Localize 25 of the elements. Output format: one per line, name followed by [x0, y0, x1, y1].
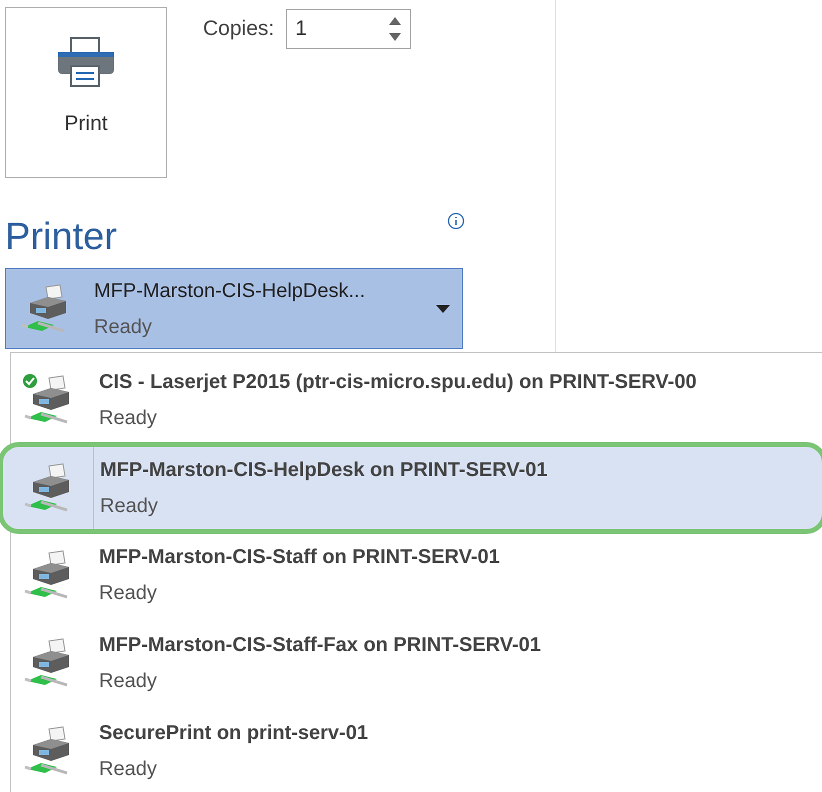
printer-heading: Printer	[5, 218, 117, 256]
printer-status: Ready	[99, 581, 158, 606]
printer-status: Ready	[99, 757, 158, 782]
printer-name: SecurePrint on print-serv-01	[99, 721, 368, 746]
printer-name: MFP-Marston-CIS-Staff on PRINT-SERV-01	[99, 545, 500, 570]
printer-status: Ready	[99, 406, 158, 431]
printer-status: Ready	[99, 669, 158, 694]
selected-printer-status: Ready	[94, 314, 153, 340]
info-icon[interactable]	[447, 212, 465, 230]
printer-status: Ready	[100, 494, 159, 519]
print-button[interactable]: Print	[5, 7, 167, 178]
printer-item[interactable]: SecurePrint on print-serv-01 Ready	[11, 710, 822, 792]
printer-item[interactable]: MFP-Marston-CIS-Staff on PRINT-SERV-01 Ready	[11, 534, 822, 616]
printer-dropdown[interactable]: MFP-Marston-CIS-HelpDesk... Ready	[5, 268, 463, 349]
caret-icon[interactable]	[436, 304, 450, 312]
printer-item[interactable]: MFP-Marston-CIS-Staff-Fax on PRINT-SERV-01 Ready	[11, 622, 822, 704]
copies-label: Copies:	[203, 16, 274, 42]
printer-item[interactable]: MFP-Marston-CIS-HelpDesk on PRINT-SERV-01 Ready	[3, 446, 822, 529]
printer-item[interactable]: CIS - Laserjet P2015 (ptr-cis-micro.spu.edu) on PRINT-SERV-00 Ready	[11, 359, 822, 441]
printer-name: MFP-Marston-CIS-Staff-Fax on PRINT-SERV-01	[99, 633, 541, 658]
printer-name: MFP-Marston-CIS-HelpDesk on PRINT-SERV-01	[100, 458, 548, 483]
copies-spinner[interactable]: 1	[286, 9, 412, 49]
printer-name: CIS - Laserjet P2015 (ptr-cis-micro.spu.edu) on PRINT-SERV-00	[99, 370, 697, 395]
selected-printer-name: MFP-Marston-CIS-HelpDesk...	[94, 278, 366, 304]
printer-icon	[56, 36, 116, 88]
